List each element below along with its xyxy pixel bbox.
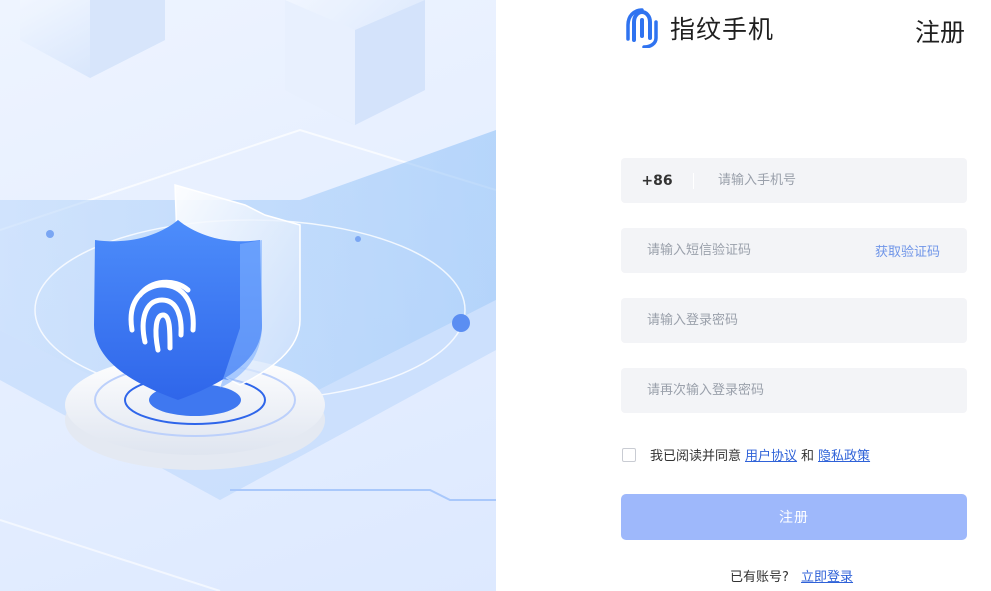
phone-field: +86 [621, 158, 967, 203]
password-input[interactable] [621, 298, 967, 343]
country-code[interactable]: +86 [621, 172, 694, 189]
cube-left [20, 0, 165, 78]
user-agreement-link[interactable]: 用户协议 [745, 445, 797, 464]
password-field [621, 298, 967, 343]
sms-code-field: 获取验证码 [621, 228, 967, 273]
get-code-button[interactable]: 获取验证码 [875, 241, 967, 260]
security-illustration [0, 0, 496, 591]
brand: 指纹手机 [624, 8, 774, 48]
fingerprint-clip-logo-icon [626, 8, 658, 48]
agreement-checkbox[interactable] [622, 447, 636, 462]
login-prompt: 已有账号? 立即登录 [496, 566, 991, 585]
hero-illustration [0, 0, 496, 591]
register-panel: 指纹手机 注册 +86 获取验证码 我已阅读并同意 用户协议 和 隐私政策 注册… [496, 0, 991, 591]
agreement-and: 和 [801, 449, 815, 464]
login-link[interactable]: 立即登录 [801, 570, 853, 585]
privacy-policy-link[interactable]: 隐私政策 [818, 445, 870, 464]
page-title: 注册 [914, 18, 965, 47]
confirm-password-input[interactable] [621, 368, 967, 413]
confirm-password-field [621, 368, 967, 413]
cube-right [285, 0, 425, 125]
login-prompt-text: 已有账号? [729, 570, 789, 585]
sms-code-input[interactable] [621, 228, 875, 273]
agreement-row: 我已阅读并同意 用户协议 和 隐私政策 [622, 445, 874, 464]
phone-input[interactable] [694, 158, 967, 203]
brand-name: 指纹手机 [670, 15, 775, 44]
register-button[interactable]: 注册 [621, 494, 967, 540]
agreement-text: 我已阅读并同意 [650, 449, 742, 464]
